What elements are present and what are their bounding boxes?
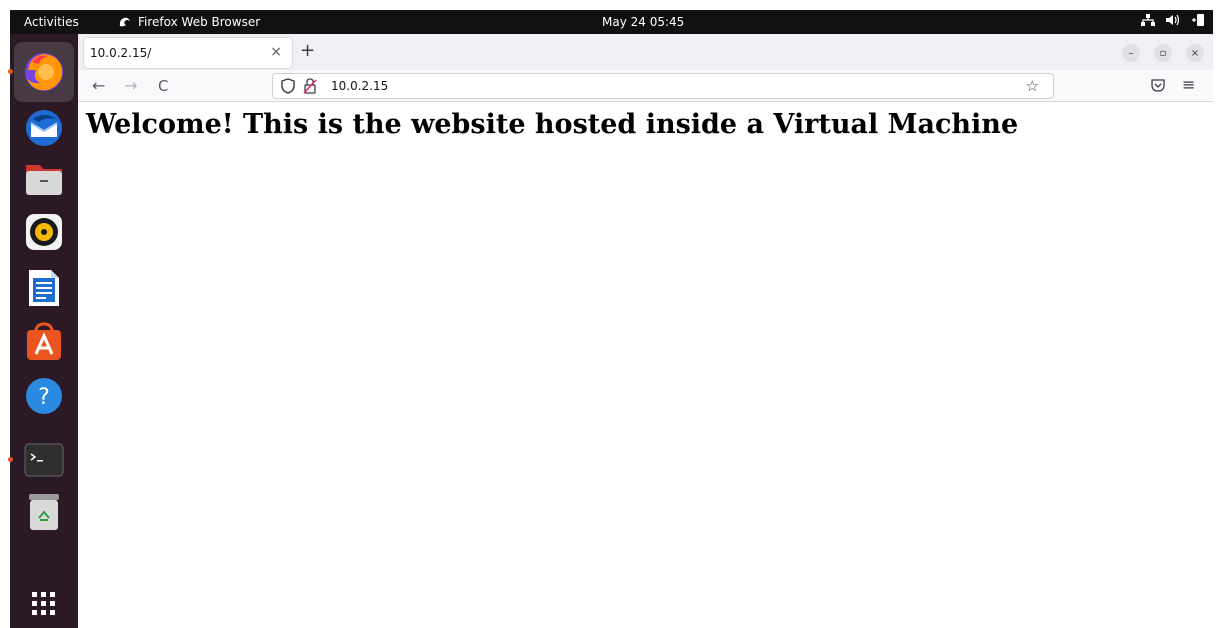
window-close-button[interactable]: × — [1186, 44, 1204, 62]
terminal-icon — [24, 443, 64, 477]
close-icon[interactable]: × — [270, 44, 282, 60]
writer-icon — [29, 270, 59, 306]
tab-active[interactable]: 10.0.2.15/ × — [84, 38, 292, 68]
volume-icon — [1166, 14, 1180, 26]
dock-trash[interactable] — [14, 482, 74, 542]
app-menu-label: Firefox Web Browser — [138, 15, 261, 29]
dock-files[interactable] — [14, 149, 74, 209]
app-grid-icon — [32, 592, 55, 615]
back-button[interactable]: ← — [92, 76, 105, 95]
trash-icon — [29, 494, 59, 530]
hamburger-menu-button[interactable]: ≡ — [1182, 75, 1195, 94]
navigation-toolbar: ← → C 10.0.2.15 ☆ ≡ — [78, 70, 1213, 102]
dock-libreoffice-writer[interactable] — [14, 258, 74, 318]
dock-terminal[interactable] — [8, 430, 74, 490]
dock-firefox[interactable] — [8, 42, 74, 102]
clock[interactable]: May 24 05:45 — [602, 15, 684, 29]
page-heading: Welcome! This is the website hosted insi… — [86, 109, 1019, 140]
pocket-icon[interactable] — [1150, 77, 1166, 93]
power-icon — [1192, 14, 1204, 26]
system-status-area[interactable] — [1141, 13, 1205, 27]
new-tab-button[interactable]: + — [300, 40, 315, 61]
ubuntu-dock: ? — [8, 34, 78, 628]
dock-rhythmbox[interactable] — [14, 202, 74, 262]
tab-title: 10.0.2.15/ — [90, 46, 152, 60]
restore-button[interactable]: ▫ — [1154, 44, 1172, 62]
firefox-icon — [25, 53, 63, 91]
address-bar[interactable]: 10.0.2.15 ☆ — [272, 73, 1054, 99]
svg-text:?: ? — [38, 385, 50, 410]
dock-show-applications[interactable] — [14, 574, 74, 628]
tab-bar: 10.0.2.15/ × + – ▫ × — [78, 34, 1213, 70]
help-icon: ? — [26, 378, 62, 414]
ubuntu-software-icon — [27, 322, 61, 360]
page-content: Welcome! This is the website hosted insi… — [78, 103, 1213, 628]
dock-ubuntu-software[interactable] — [14, 312, 74, 372]
running-indicator — [8, 457, 13, 462]
forward-button[interactable]: → — [124, 76, 137, 95]
rhythmbox-icon — [26, 214, 62, 250]
bookmark-star-icon[interactable]: ☆ — [1026, 77, 1039, 95]
thunderbird-icon — [26, 110, 62, 146]
app-menu[interactable]: Firefox Web Browser — [118, 15, 260, 29]
firefox-window: 10.0.2.15/ × + – ▫ × ← → C 10.0.2.15 ☆ ≡… — [78, 34, 1213, 628]
firefox-small-icon — [119, 17, 130, 27]
activities-button[interactable]: Activities — [24, 15, 79, 29]
gnome-top-bar: Activities Firefox Web Browser May 24 05… — [10, 10, 1213, 34]
shield-icon[interactable] — [281, 78, 295, 94]
insecure-lock-icon[interactable] — [303, 78, 317, 94]
network-icon — [1141, 14, 1155, 26]
dock-help[interactable]: ? — [14, 366, 74, 426]
url-text[interactable]: 10.0.2.15 — [331, 79, 388, 93]
screen-top-margin — [0, 0, 1216, 10]
reload-button[interactable]: C — [158, 77, 168, 95]
running-indicator — [8, 69, 13, 74]
files-icon — [26, 165, 62, 195]
minimize-button[interactable]: – — [1122, 44, 1140, 62]
